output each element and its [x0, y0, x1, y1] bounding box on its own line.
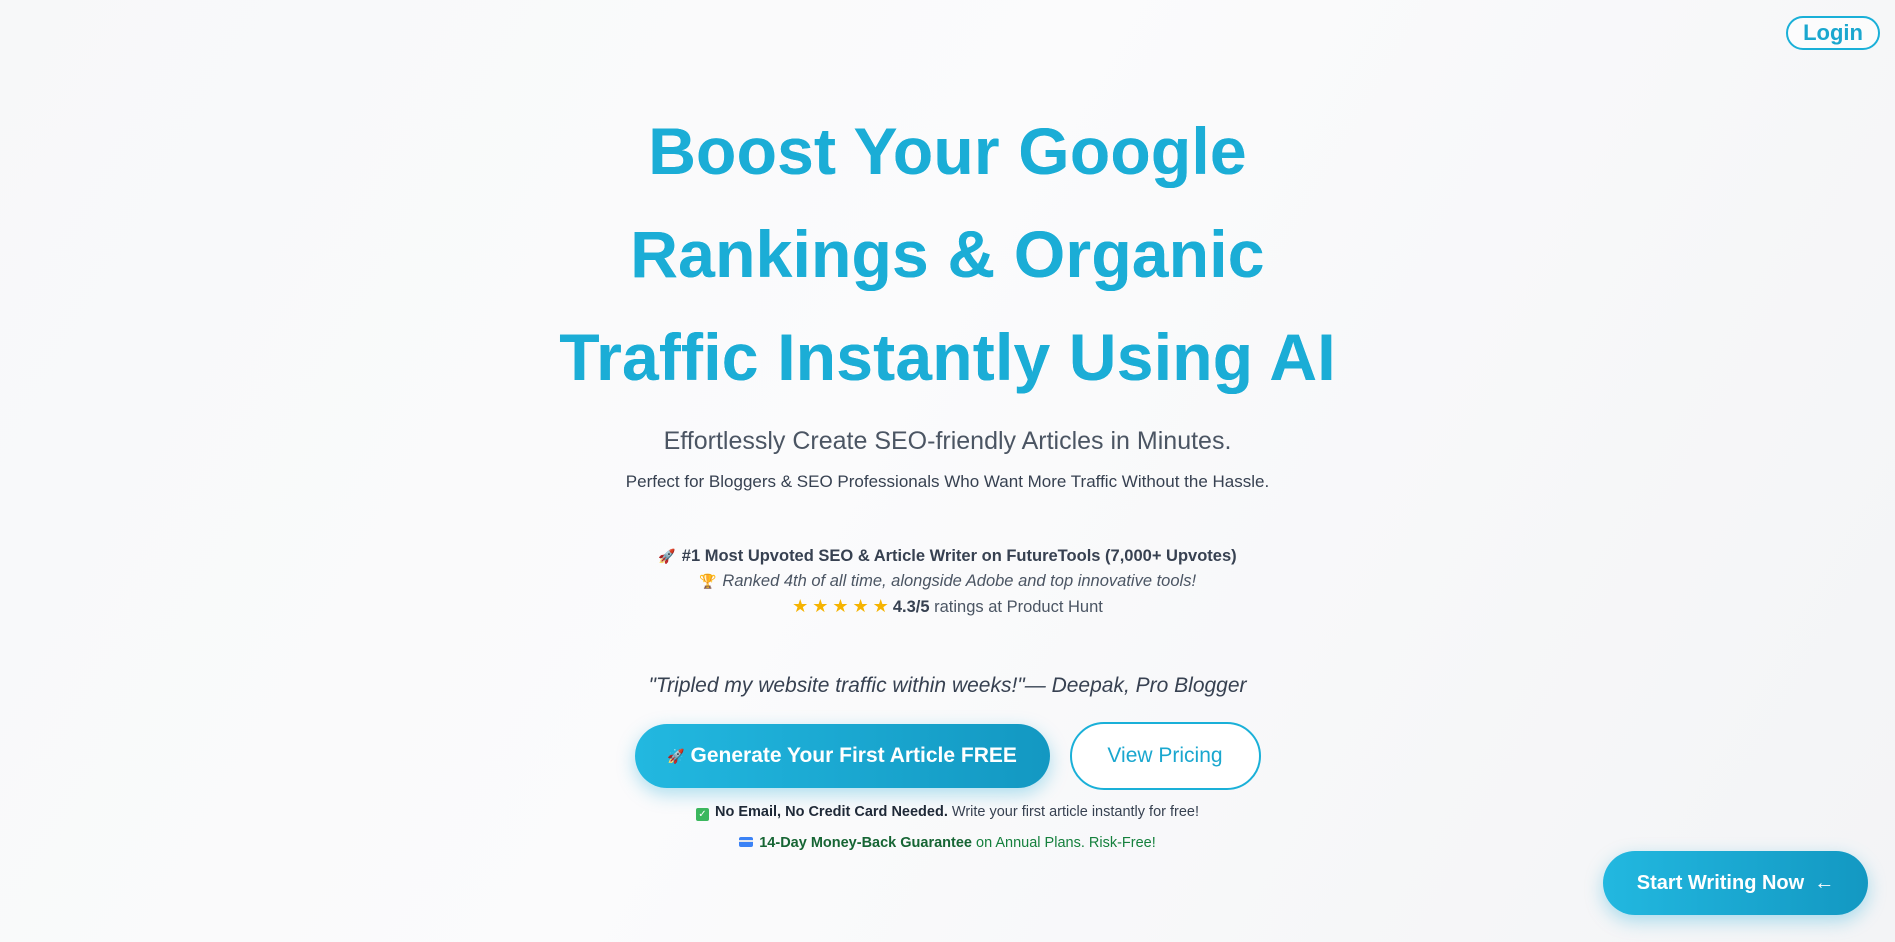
view-pricing-button[interactable]: View Pricing — [1069, 722, 1261, 790]
headline-line-1: Boost Your Google — [648, 114, 1247, 188]
hero-subheadline: Effortlessly Create SEO-friendly Article… — [663, 427, 1232, 455]
trophy-icon: 🏆 — [698, 573, 717, 589]
no-signup-bold: No Email, No Credit Card Needed. — [715, 804, 948, 820]
star-icon: ★ — [792, 596, 809, 616]
generate-article-label: Generate Your First Article FREE — [690, 744, 1017, 767]
star-icon: ★ — [872, 596, 889, 616]
rating-value: 4.3/5 — [892, 598, 930, 616]
hero-description: Perfect for Bloggers & SEO Professionals… — [625, 472, 1270, 491]
headline-line-2: Rankings & Organic — [630, 217, 1265, 291]
hero-headline: Boost Your Google Rankings & Organic Tra… — [498, 100, 1398, 409]
rating-stars: ★ ★ ★ ★ ★ — [792, 596, 893, 616]
no-signup-text: Write your first article instantly for f… — [951, 804, 1199, 820]
star-icon: ★ — [852, 596, 869, 616]
generate-article-button[interactable]: 🚀 Generate Your First Article FREE — [634, 724, 1050, 788]
testimonial-quote: "Tripled my website traffic within weeks… — [648, 674, 1247, 697]
star-icon: ★ — [832, 596, 849, 616]
no-signup-note: ✓ No Email, No Credit Card Needed. Write … — [0, 804, 1895, 821]
futuretools-text: #1 Most Upvoted SEO & Article Writer on … — [681, 547, 1237, 565]
credit-card-icon — [739, 837, 754, 847]
start-writing-label: Start Writing Now — [1636, 871, 1805, 894]
futuretools-proof: 🚀 #1 Most Upvoted SEO & Article Writer on… — [0, 544, 1895, 569]
login-button[interactable]: Login — [1786, 16, 1880, 50]
arrow-left-icon: ← — [1814, 871, 1835, 894]
guarantee-note: 14-Day Money-Back Guarantee on Annual Pl… — [0, 835, 1895, 851]
ranking-text: Ranked 4th of all time, alongside Adobe … — [722, 572, 1197, 590]
guarantee-bold: 14-Day Money-Back Guarantee — [759, 835, 972, 851]
landing-page: Login Boost Your Google Rankings & Organ… — [0, 0, 1895, 942]
social-proof: 🚀 #1 Most Upvoted SEO & Article Writer on… — [0, 544, 1895, 620]
headline-line-3: Traffic Instantly Using AI — [559, 320, 1336, 394]
rocket-icon: 🚀 — [658, 548, 676, 564]
rating-proof: ★ ★ ★ ★ ★ 4.3/5 ratings at Product Hunt — [0, 594, 1895, 620]
guarantee-text: on Annual Plans. Risk-Free! — [976, 835, 1156, 851]
hero-section: Boost Your Google Rankings & Organic Tra… — [0, 100, 1895, 851]
start-writing-button[interactable]: Start Writing Now ← — [1603, 851, 1868, 915]
star-icon: ★ — [812, 596, 829, 616]
checkmark-icon: ✓ — [696, 808, 709, 821]
cta-row: 🚀 Generate Your First Article FREE View P… — [0, 722, 1895, 790]
rocket-icon: 🚀 — [667, 747, 685, 764]
rating-text: ratings at Product Hunt — [934, 598, 1103, 616]
ranking-proof: 🏆 Ranked 4th of all time, alongside Adobe… — [0, 569, 1895, 594]
